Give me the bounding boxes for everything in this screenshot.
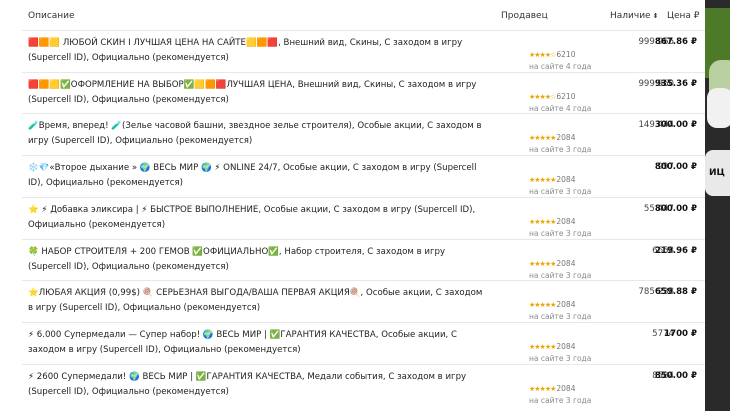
table-row[interactable]: ⭐ ⚡ Добавка эликсира | ⚡ БЫСТРОЕ ВЫПОЛНЕ…	[22, 196, 705, 239]
seller-since: на сайте 4 года	[529, 103, 592, 113]
table-row[interactable]: ❄️💎«Второе дыхание » 🌍 ВЕСЬ МИР 🌍 ⚡ ONLI…	[22, 155, 705, 197]
table-row[interactable]: ⚡ 6.000 Супермедали — Супер набор! 🌍 ВЕС…	[22, 321, 705, 364]
rating-stars-icon: ★★★★☆	[529, 92, 556, 101]
price-value: 1700 ₽	[664, 328, 697, 339]
offer-description[interactable]: ❄️💎«Второе дыхание » 🌍 ВЕСЬ МИР 🌍 ⚡ ONLI…	[28, 161, 488, 191]
seller-since: на сайте 3 года	[529, 228, 592, 238]
seller-since: на сайте 3 года	[529, 395, 592, 405]
seller-since: на сайте 3 года	[529, 145, 592, 155]
rating-count: 2084	[556, 341, 576, 351]
offer-description[interactable]: ⭐ЛЮБАЯ АКЦИЯ (0,99$) 🍭 СЕРЬЕЗНАЯ ВЫГОДА/…	[28, 286, 488, 316]
table-row[interactable]: ⭐ЛЮБАЯ АКЦИЯ (0,99$) 🍭 СЕРЬЕЗНАЯ ВЫГОДА/…	[22, 280, 705, 322]
seller-info[interactable]: ★★★★☆6210 на сайте 4 года	[529, 84, 609, 113]
rating-count: 2084	[556, 383, 576, 393]
rating-count: 6210	[556, 50, 576, 59]
column-seller[interactable]: Продавец	[501, 11, 548, 21]
rating-stars-icon: ★★★★★	[529, 134, 556, 143]
seller-info[interactable]: ★★★★★2084 на сайте 3 года	[529, 334, 609, 363]
table-header: Описание Продавец Наличие ⬍ Цена ₽	[0, 0, 705, 32]
column-description[interactable]: Описание	[28, 11, 75, 21]
rating-stars-icon: ★★★★☆	[529, 51, 556, 59]
seller-info[interactable]: ★★★★★2084 на сайте 3 года	[529, 376, 609, 405]
table-row[interactable]: ⚡ 2600 Супермедали! 🌍 ВЕСЬ МИР | ✅ГАРАНТ…	[22, 363, 705, 406]
rating-count: 6210	[556, 91, 576, 101]
column-stock[interactable]: Наличие ⬍	[610, 11, 658, 21]
rating-stars-icon: ★★★★★	[529, 217, 556, 226]
seller-info[interactable]: ★★★★★2084 на сайте 3 года	[529, 209, 609, 238]
seller-info[interactable]: ★★★★★2084 на сайте 3 года	[529, 167, 609, 196]
seller-info[interactable]: ★★★★☆6210 на сайте 4 года	[529, 42, 609, 71]
offer-description[interactable]: 🟥🟧🟨✅ОФОРМЛЕНИЕ НА ВЫБОР✅🟨🟧🟥ЛУЧШАЯ ЦЕНА, …	[28, 78, 488, 108]
table-row[interactable]: 🟥🟧🟨 ЛЮБОЙ СКИН I ЛУЧШАЯ ЦЕНА НА САЙТЕ🟨🟧🟥…	[22, 30, 705, 72]
price-value: 219.96 ₽	[654, 245, 697, 256]
rating-stars-icon: ★★★★★	[529, 176, 556, 185]
seller-since: на сайте 3 года	[529, 187, 592, 197]
seller-since: на сайте 3 года	[529, 353, 592, 363]
column-stock-label: Наличие	[610, 11, 651, 21]
banner-tag: ИЦ	[705, 150, 730, 196]
rating-count: 2084	[556, 133, 576, 143]
price-value: 300.00 ₽	[654, 120, 697, 131]
sort-icon[interactable]: ⬍	[653, 12, 659, 20]
offer-description[interactable]: ⚡ 6.000 Супермедали — Супер набор! 🌍 ВЕС…	[28, 328, 488, 358]
seller-since: на сайте 4 года	[529, 62, 592, 71]
rating-count: 2084	[556, 175, 576, 185]
banner-hand-art	[707, 88, 730, 128]
rating-stars-icon: ★★★★★	[529, 259, 556, 268]
column-price[interactable]: Цена ₽	[667, 11, 700, 21]
seller-since: на сайте 3 года	[529, 312, 592, 322]
price-value: 659.88 ₽	[654, 287, 697, 298]
table-row[interactable]: 🟥🟧🟨✅ОФОРМЛЕНИЕ НА ВЫБОР✅🟨🟧🟥ЛУЧШАЯ ЦЕНА, …	[22, 71, 705, 114]
offers-table: Описание Продавец Наличие ⬍ Цена ₽ 🟥🟧🟨 ЛЮ…	[0, 0, 705, 411]
rating-stars-icon: ★★★★★	[529, 342, 556, 351]
offer-description[interactable]: ⭐ ⚡ Добавка эликсира | ⚡ БЫСТРОЕ ВЫПОЛНЕ…	[28, 203, 488, 233]
price-value: 867.86 ₽	[654, 37, 697, 47]
rating-count: 2084	[556, 300, 576, 310]
side-banner: ИЦ	[705, 0, 730, 411]
seller-info[interactable]: ★★★★★2084 на сайте 3 года	[529, 251, 609, 280]
banner-text: ИЦ	[709, 168, 725, 178]
rating-count: 2084	[556, 216, 576, 226]
price-value: 800.00 ₽	[654, 162, 697, 173]
rating-count: 2084	[556, 258, 576, 268]
rating-stars-icon: ★★★★★	[529, 384, 556, 393]
offer-description[interactable]: 🟥🟧🟨 ЛЮБОЙ СКИН I ЛУЧШАЯ ЦЕНА НА САЙТЕ🟨🟧🟥…	[28, 36, 488, 66]
offer-description[interactable]: 🍀 НАБОР СТРОИТЕЛЯ + 200 ГЕМОВ ✅ОФИЦИАЛЬН…	[28, 245, 488, 275]
table-row[interactable]: 🧪Время, вперед! 🧪(Зелье часовой башни, з…	[22, 113, 705, 155]
table-row[interactable]: 🍀 НАБОР СТРОИТЕЛЯ + 200 ГЕМОВ ✅ОФИЦИАЛЬН…	[22, 238, 705, 281]
offer-description[interactable]: 🧪Время, вперед! 🧪(Зелье часовой башни, з…	[28, 119, 488, 149]
seller-since: на сайте 3 года	[529, 270, 592, 280]
price-value: 935.36 ₽	[654, 78, 697, 89]
seller-info[interactable]: ★★★★★2084 на сайте 3 года	[529, 125, 609, 154]
offer-description[interactable]: ⚡ 2600 Супермедали! 🌍 ВЕСЬ МИР | ✅ГАРАНТ…	[28, 370, 488, 400]
rating-stars-icon: ★★★★★	[529, 301, 556, 310]
price-value: 850.00 ₽	[654, 370, 697, 381]
seller-info[interactable]: ★★★★★2084 на сайте 3 года	[529, 292, 609, 321]
price-value: 800.00 ₽	[654, 203, 697, 214]
